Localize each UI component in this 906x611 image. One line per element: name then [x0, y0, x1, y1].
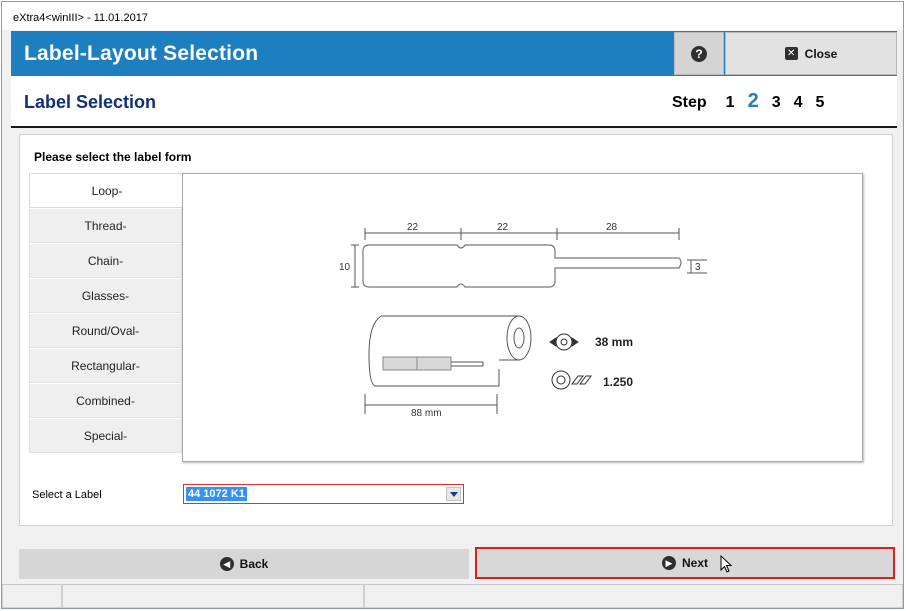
- step-5: 5: [815, 94, 825, 111]
- step-4: 4: [793, 94, 803, 111]
- close-button-label: Close: [804, 46, 838, 61]
- dim-height: 10: [339, 262, 351, 273]
- main-window: eXtra4<winIII> - 11.01.2017 Label-Layout…: [1, 1, 904, 609]
- tab-special[interactable]: Special-: [29, 418, 182, 453]
- back-button[interactable]: ◀ Back: [19, 549, 469, 579]
- selected-label-value: 44 1072 K1: [186, 487, 247, 501]
- section-title: Label Selection: [24, 92, 157, 112]
- mouse-cursor-icon: [720, 555, 733, 573]
- dim-top-3: 28: [606, 222, 618, 233]
- label-select-dropdown[interactable]: 44 1072 K1: [183, 484, 464, 504]
- select-label-caption: Select a Label: [32, 489, 102, 501]
- tab-thread[interactable]: Thread-: [29, 208, 182, 243]
- status-cell-3: [364, 584, 903, 608]
- sub-header: Label Selection Step 1 2 3 4 5: [11, 76, 897, 128]
- step-2-active: 2: [747, 90, 759, 112]
- back-button-label: Back: [239, 557, 269, 571]
- question-circle-icon: ?: [691, 45, 707, 62]
- step-indicator: Step 1 2 3 4 5: [672, 90, 837, 113]
- dim-tail: 3: [695, 262, 701, 273]
- label-diagram: 22 22 28 10 3 88 mm 38 mm 1.250: [339, 222, 707, 419]
- window-title: eXtra4<winIII> - 11.01.2017: [13, 12, 148, 24]
- roll-width: 88 mm: [411, 408, 442, 419]
- label-quantity: 1.250: [603, 375, 633, 389]
- tab-rectangular[interactable]: Rectangular-: [29, 348, 182, 383]
- help-button[interactable]: ?: [674, 32, 724, 75]
- status-cell-1: [2, 584, 62, 608]
- tab-round-oval[interactable]: Round/Oval-: [29, 313, 182, 348]
- chevron-down-icon[interactable]: [446, 487, 461, 501]
- step-1: 1: [725, 94, 735, 111]
- title-bar: eXtra4<winIII> - 11.01.2017: [2, 2, 903, 30]
- content-panel: Please select the label form Loop- Threa…: [19, 134, 893, 526]
- next-button[interactable]: ▶ Next: [475, 547, 895, 579]
- tab-combined[interactable]: Combined-: [29, 383, 182, 418]
- tab-glasses[interactable]: Glasses-: [29, 278, 182, 313]
- form-prompt: Please select the label form: [34, 150, 192, 164]
- arrow-right-circle-icon: ▶: [661, 556, 676, 570]
- core-diameter: 38 mm: [595, 335, 633, 349]
- page-title: Label-Layout Selection: [24, 42, 259, 65]
- dim-top-1: 22: [407, 222, 419, 233]
- next-button-label: Next: [681, 556, 708, 570]
- dim-top-2: 22: [497, 222, 509, 233]
- status-bar: [2, 584, 903, 608]
- step-label: Step: [672, 94, 707, 111]
- close-button[interactable]: ✕ Close: [725, 32, 897, 75]
- arrow-left-circle-icon: ◀: [219, 557, 234, 571]
- label-preview: 22 22 28 10 3 88 mm 38 mm 1.250: [182, 173, 863, 462]
- label-form-tabs: Loop- Thread- Chain- Glasses- Round/Oval…: [29, 173, 184, 453]
- step-3: 3: [771, 94, 781, 111]
- header-bar: Label-Layout Selection ? ✕ Close: [11, 31, 897, 76]
- tab-loop[interactable]: Loop-: [29, 173, 184, 208]
- tab-chain[interactable]: Chain-: [29, 243, 182, 278]
- close-icon: ✕: [784, 47, 798, 60]
- status-cell-2: [62, 584, 364, 608]
